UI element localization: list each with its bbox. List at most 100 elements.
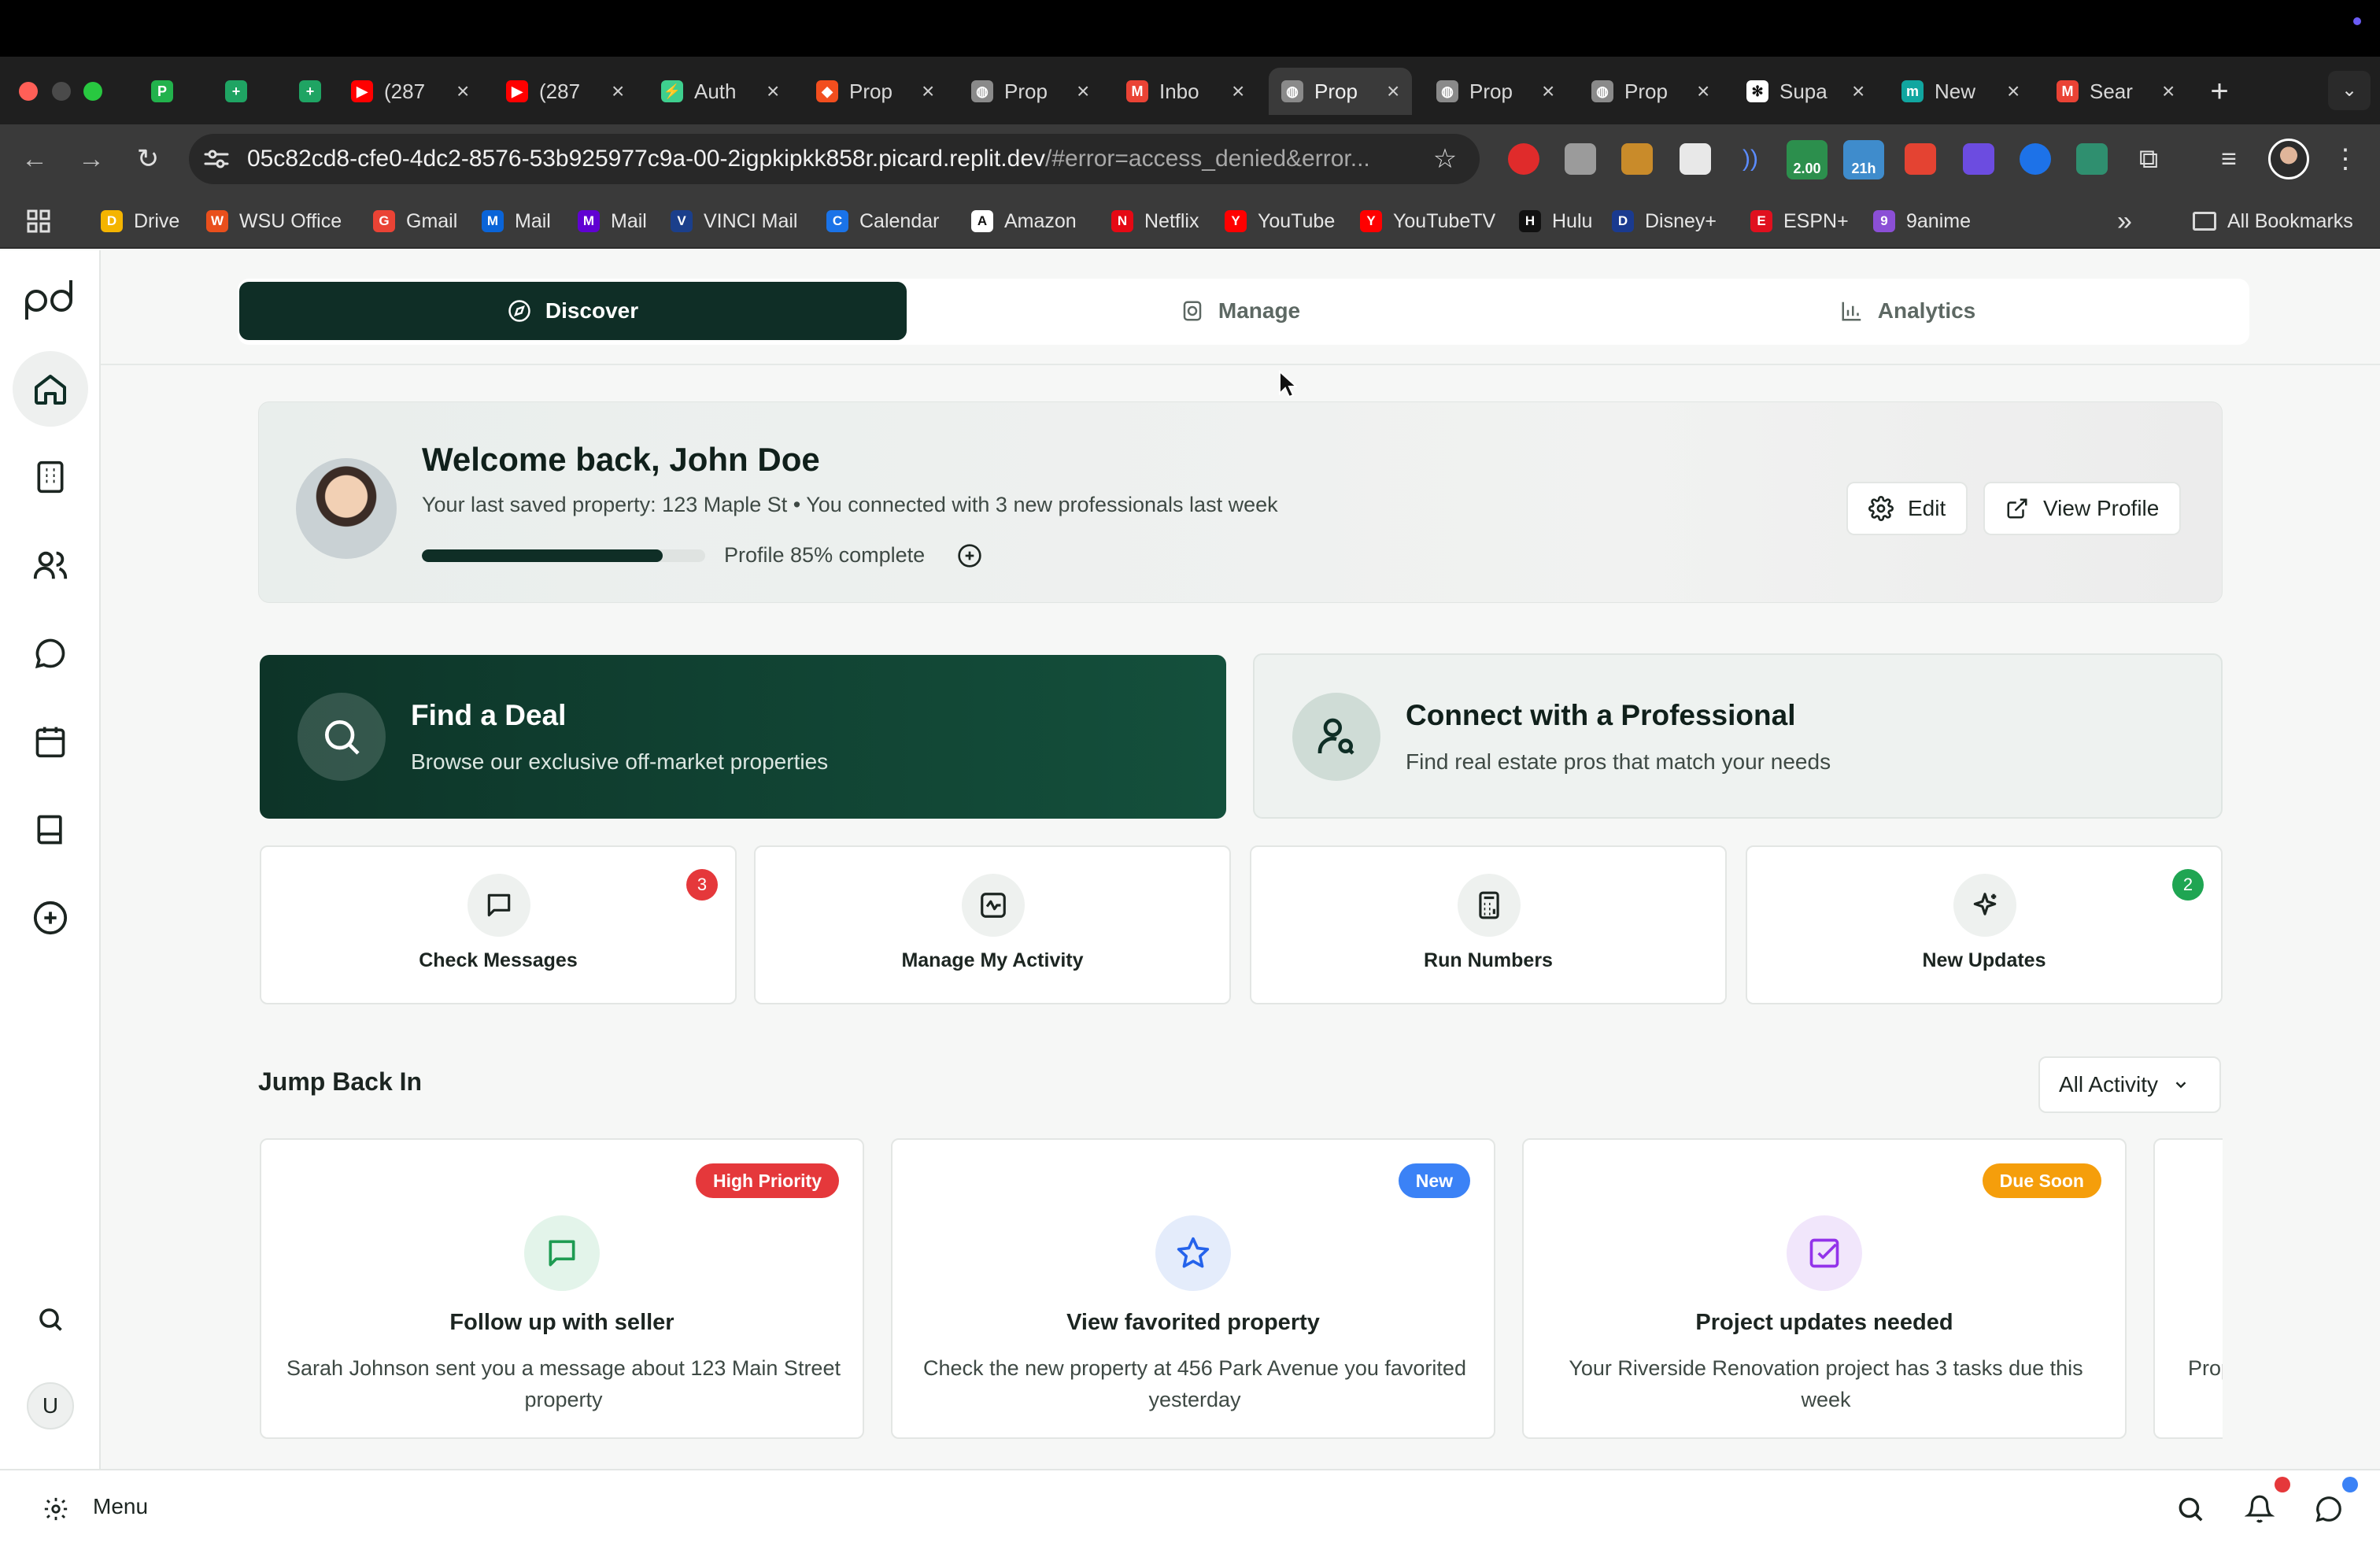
address-bar[interactable]: 05c82cd8-cfe0-4dc2-8576-53b925977c9a-00-… xyxy=(189,134,1480,184)
sidebar-item-add[interactable] xyxy=(13,880,88,956)
extensions-puzzle-icon[interactable]: ⧉ xyxy=(2133,143,2164,175)
site-info-icon[interactable] xyxy=(203,146,230,172)
browser-tab[interactable]: M Sear × xyxy=(2044,68,2187,115)
tab-discover[interactable]: Discover xyxy=(239,282,907,340)
user-avatar[interactable]: U xyxy=(27,1382,74,1429)
activity-card[interactable]: New View favorited property Check the new … xyxy=(891,1138,1495,1439)
bottom-search-icon[interactable] xyxy=(2175,1494,2205,1524)
close-tab-icon[interactable]: × xyxy=(922,79,934,104)
extension-s-icon[interactable] xyxy=(2076,143,2108,175)
browser-tab[interactable]: ◍ Prop × xyxy=(1424,68,1567,115)
extension-grey-icon[interactable] xyxy=(1565,143,1596,175)
browser-tab[interactable]: +× xyxy=(286,68,334,115)
complete-profile-plus-icon[interactable] xyxy=(957,543,982,568)
profile-avatar-icon[interactable] xyxy=(2268,139,2309,179)
menu-button[interactable]: Menu xyxy=(93,1494,148,1519)
sidebar-item-resources[interactable] xyxy=(13,792,88,867)
sidebar-item-calendar[interactable] xyxy=(13,704,88,779)
tab-manage[interactable]: Manage xyxy=(907,282,1574,340)
close-tab-icon[interactable]: × xyxy=(612,79,624,104)
close-tab-icon[interactable]: × xyxy=(1232,79,1244,104)
extension-todoist-icon[interactable] xyxy=(1905,143,1936,175)
quick-action-card[interactable]: Manage My Activity xyxy=(754,845,1231,1004)
sidebar-item-home[interactable] xyxy=(13,351,88,427)
minimize-window-icon[interactable] xyxy=(52,82,71,101)
close-tab-icon[interactable]: × xyxy=(456,79,469,104)
bookmark-item[interactable]: Y YouTubeTV xyxy=(1360,206,1495,236)
sidebar-item-properties[interactable] xyxy=(13,439,88,515)
activity-card[interactable]: Prop xyxy=(2153,1138,2223,1439)
activity-card[interactable]: High Priority Follow up with seller Sarah … xyxy=(260,1138,864,1439)
bookmark-item[interactable]: M Mail xyxy=(578,206,647,236)
extension-orange-icon[interactable] xyxy=(1621,143,1653,175)
activity-filter-select[interactable]: All Activity xyxy=(2038,1056,2221,1113)
browser-tab[interactable]: ▶ (287 × xyxy=(493,68,637,115)
bookmark-item[interactable]: W WSU Office xyxy=(206,206,342,236)
reload-icon[interactable]: ↻ xyxy=(132,143,164,175)
bookmark-item[interactable]: G Gmail xyxy=(373,206,457,236)
bookmark-item[interactable]: N Netflix xyxy=(1111,206,1199,236)
browser-menu-icon[interactable]: ⋮ xyxy=(2330,143,2361,175)
close-window-icon[interactable] xyxy=(19,82,38,101)
bookmark-item[interactable]: H Hulu xyxy=(1519,206,1592,236)
bookmark-item[interactable]: D Disney+ xyxy=(1612,206,1717,236)
extension-window-icon[interactable] xyxy=(1680,143,1711,175)
sidebar-item-messages[interactable] xyxy=(13,616,88,691)
close-tab-icon[interactable]: × xyxy=(2162,79,2175,104)
more-bookmarks-icon[interactable]: » xyxy=(2117,206,2132,237)
sidebar-item-search[interactable] xyxy=(13,1282,88,1357)
find-deal-card[interactable]: Find a Deal Browse our exclusive off-mar… xyxy=(260,655,1226,819)
browser-tab[interactable]: m New × xyxy=(1889,68,2032,115)
connect-professional-card[interactable]: Connect with a Professional Find real es… xyxy=(1253,653,2223,819)
back-icon[interactable]: ← xyxy=(19,143,50,175)
close-tab-icon[interactable]: × xyxy=(2007,79,2020,104)
bookmark-item[interactable]: A Amazon xyxy=(971,206,1077,236)
close-tab-icon[interactable]: × xyxy=(1077,79,1089,104)
browser-tab[interactable]: ◆ Prop × xyxy=(804,68,947,115)
tab-analytics[interactable]: Analytics xyxy=(1574,282,2241,340)
bookmark-item[interactable]: D Drive xyxy=(101,206,179,236)
close-tab-icon[interactable]: × xyxy=(767,79,779,104)
browser-tab[interactable]: +× xyxy=(213,68,260,115)
browser-tab[interactable]: P× xyxy=(139,68,186,115)
bookmark-item[interactable]: C Calendar xyxy=(826,206,939,236)
extension-info-icon[interactable] xyxy=(2020,143,2051,175)
bookmark-star-icon[interactable]: ☆ xyxy=(1429,143,1461,175)
extension-purple-icon[interactable] xyxy=(1963,143,1994,175)
quick-action-card[interactable]: New Updates 2 xyxy=(1746,845,2223,1004)
notifications-bell-icon[interactable] xyxy=(2244,1494,2275,1524)
sidebar-item-people[interactable] xyxy=(13,527,88,603)
close-tab-icon[interactable]: × xyxy=(1697,79,1709,104)
tab-search-icon[interactable]: ⌄ xyxy=(2328,71,2371,110)
browser-tab[interactable]: ◍ Prop × xyxy=(1579,68,1722,115)
close-tab-icon[interactable]: × xyxy=(1387,79,1399,104)
all-bookmarks[interactable]: All Bookmarks xyxy=(2193,206,2353,236)
media-control-icon[interactable]: ≡ xyxy=(2213,143,2245,175)
quick-action-card[interactable]: Check Messages 3 xyxy=(260,845,737,1004)
bookmark-item[interactable]: M Mail xyxy=(482,206,551,236)
close-tab-icon[interactable]: × xyxy=(1852,79,1864,104)
browser-tab[interactable]: ◍ Prop × xyxy=(1269,68,1413,115)
browser-tab[interactable]: ◍ Prop × xyxy=(959,68,1102,115)
browser-tab[interactable]: ▶ (287 × xyxy=(338,68,482,115)
new-tab-icon[interactable]: + xyxy=(2204,76,2235,107)
view-profile-button[interactable]: View Profile xyxy=(1983,482,2182,535)
edit-button[interactable]: Edit xyxy=(1846,482,1968,535)
bookmark-item[interactable]: E ESPN+ xyxy=(1750,206,1849,236)
bookmark-item[interactable]: Y YouTube xyxy=(1225,206,1335,236)
extension-stop-icon[interactable] xyxy=(1508,143,1539,175)
maximize-window-icon[interactable] xyxy=(83,82,102,101)
browser-tab[interactable]: ⚡ Auth × xyxy=(649,68,792,115)
extension-wave-icon[interactable]: )) xyxy=(1735,143,1766,175)
browser-tab[interactable]: M Inbo × xyxy=(1114,68,1257,115)
activity-card[interactable]: Due Soon Project updates needed Your River… xyxy=(1522,1138,2127,1439)
bookmark-item[interactable]: V VINCI Mail xyxy=(671,206,797,236)
close-tab-icon[interactable]: × xyxy=(1542,79,1554,104)
app-logo-icon[interactable] xyxy=(22,276,79,321)
bookmark-item[interactable]: 9 9anime xyxy=(1873,206,1971,236)
browser-tab[interactable]: ✻ Supa × xyxy=(1734,68,1877,115)
bottom-chat-icon[interactable] xyxy=(2314,1494,2344,1524)
settings-gear-icon[interactable] xyxy=(42,1496,69,1522)
forward-icon[interactable]: → xyxy=(76,143,107,175)
apps-grid-icon[interactable] xyxy=(27,209,50,233)
